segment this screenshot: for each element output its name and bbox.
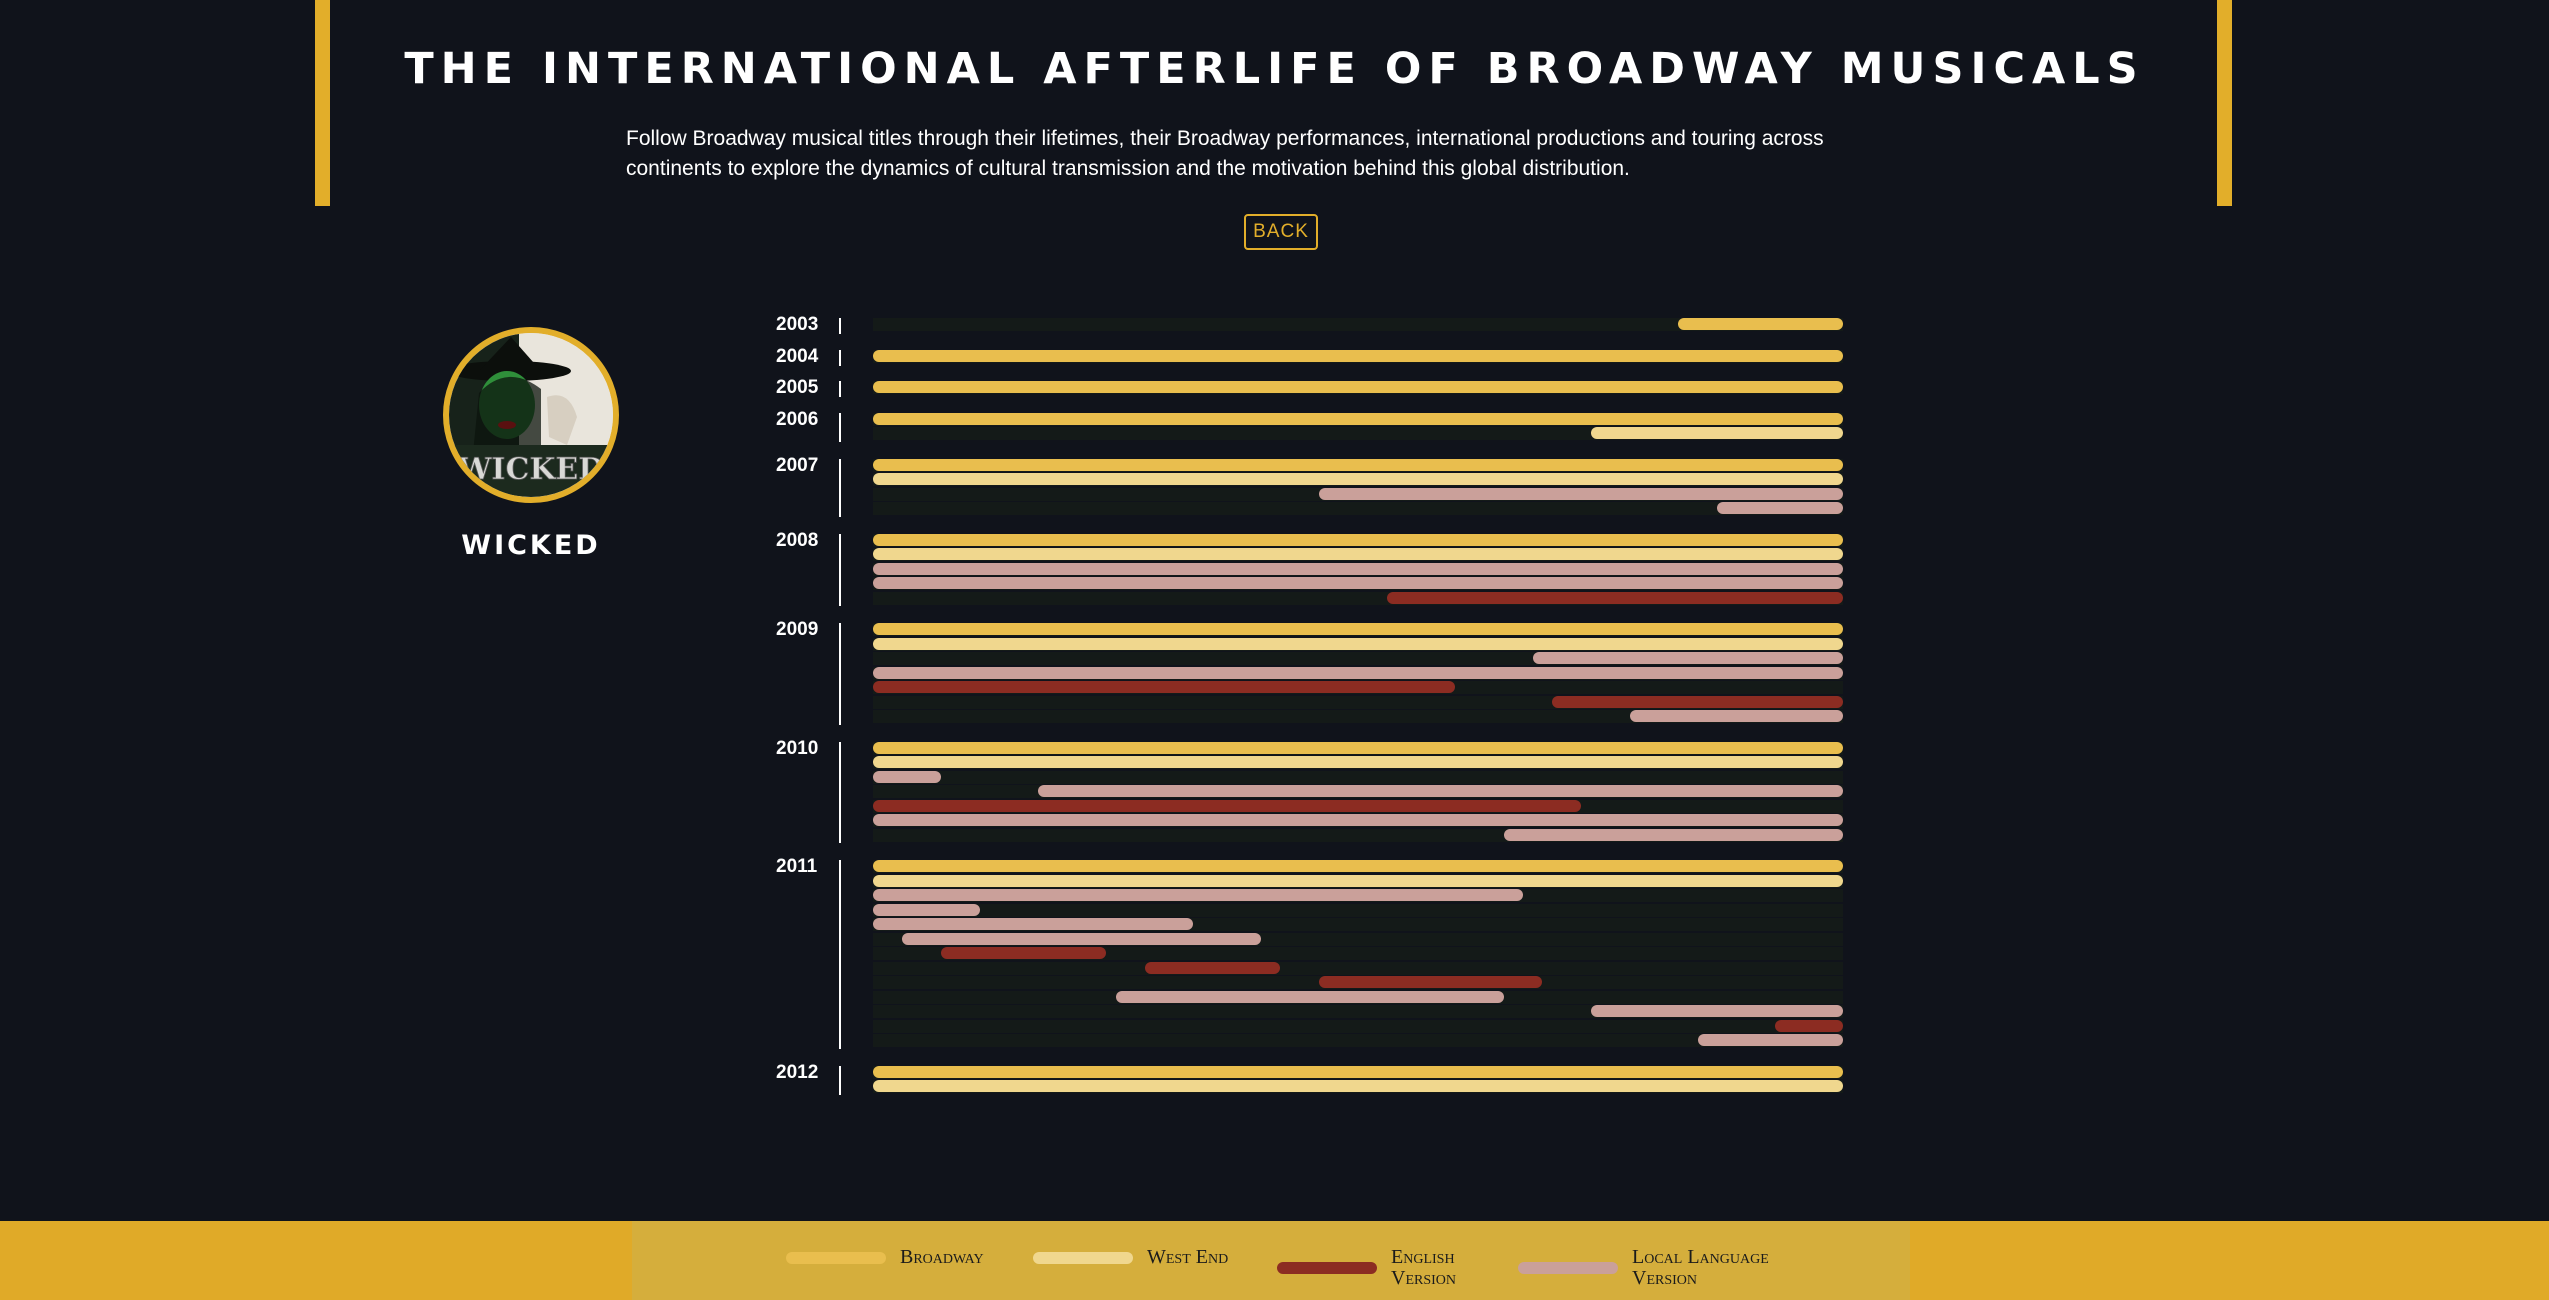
timeline-chart: 2003 2004 2005 2006 2007 2008 2009 2010 2011 2012 (0, 0, 2549, 1300)
production-bar-local[interactable] (873, 577, 1843, 589)
legend-label: Local Language Version (1632, 1246, 1769, 1289)
production-bar-local[interactable] (1319, 487, 1843, 500)
legend-item-english: English Version (1277, 1247, 1456, 1289)
production-bar-local[interactable] (1590, 1005, 1843, 1017)
year-label: 2003 (776, 314, 819, 335)
legend-label: West End (1147, 1246, 1229, 1268)
year-axis-line (839, 741, 841, 843)
year-label: 2011 (776, 856, 818, 877)
production-bar-local[interactable] (1697, 1034, 1843, 1046)
production-bar-west-end[interactable] (873, 874, 1843, 887)
year-axis-line (839, 381, 841, 397)
production-bar-english[interactable] (1319, 976, 1543, 988)
timeline-track (873, 1019, 1843, 1033)
legend-item-broadway: Broadway (786, 1247, 984, 1268)
production-bar-broadway[interactable] (873, 412, 1843, 425)
production-bar-broadway[interactable] (873, 623, 1843, 635)
year-axis-line (839, 860, 841, 1049)
production-bar-local[interactable] (873, 889, 1523, 901)
year-axis-line (839, 623, 841, 725)
production-bar-broadway[interactable] (1678, 318, 1843, 330)
year-axis-line (839, 318, 841, 334)
legend-item-local: Local Language Version (1518, 1247, 1769, 1289)
timeline-track (873, 961, 1843, 975)
production-bar-broadway[interactable] (873, 458, 1843, 471)
production-bar-broadway[interactable] (873, 860, 1843, 872)
production-bar-local[interactable] (873, 666, 1843, 679)
production-bar-english[interactable] (1552, 695, 1843, 708)
production-bar-english[interactable] (1387, 591, 1843, 604)
legend-label: Broadway (900, 1246, 984, 1268)
legend-item-west-end: West End (1033, 1247, 1228, 1268)
production-bar-local[interactable] (1037, 785, 1843, 797)
production-bar-local[interactable] (1503, 828, 1843, 841)
production-bar-west-end[interactable] (873, 756, 1843, 768)
production-bar-west-end[interactable] (873, 637, 1843, 650)
production-bar-broadway[interactable] (873, 349, 1843, 362)
year-label: 2006 (776, 408, 819, 430)
year-axis-line (839, 349, 841, 366)
year-label: 2012 (776, 1061, 819, 1083)
production-bar-english[interactable] (1775, 1019, 1843, 1032)
production-bar-local[interactable] (1532, 652, 1843, 664)
production-bar-local[interactable] (1716, 502, 1843, 514)
production-bar-english[interactable] (940, 947, 1106, 959)
production-bar-west-end[interactable] (1590, 427, 1843, 439)
year-axis-line (839, 412, 841, 442)
production-bar-local[interactable] (902, 932, 1261, 945)
production-bar-local[interactable] (1629, 710, 1843, 722)
legend-swatch (786, 1251, 886, 1264)
legend-label: English Version (1391, 1246, 1457, 1289)
production-bar-local[interactable] (873, 918, 1194, 930)
timeline-track (873, 903, 1843, 917)
production-bar-local[interactable] (873, 903, 980, 916)
timeline-track (873, 770, 1843, 784)
production-bar-local[interactable] (1115, 990, 1504, 1003)
legend-swatch (1518, 1262, 1618, 1274)
year-label: 2010 (776, 737, 819, 759)
year-axis-line (839, 533, 841, 606)
production-bar-english[interactable] (873, 681, 1455, 693)
production-bar-english[interactable] (873, 799, 1582, 812)
production-bar-broadway[interactable] (873, 741, 1843, 754)
production-bar-west-end[interactable] (873, 1080, 1843, 1092)
production-bar-west-end[interactable] (873, 473, 1843, 485)
legend-swatch (1033, 1251, 1133, 1264)
production-bar-local[interactable] (873, 562, 1843, 575)
timeline-track (873, 502, 1843, 515)
year-axis-line (839, 1065, 841, 1095)
production-bar-broadway[interactable] (873, 533, 1843, 546)
year-label: 2009 (776, 619, 819, 640)
year-label: 2005 (776, 377, 819, 398)
production-bar-local[interactable] (873, 814, 1843, 826)
production-bar-local[interactable] (873, 770, 941, 783)
production-bar-broadway[interactable] (873, 1065, 1843, 1078)
year-axis-line (839, 458, 841, 517)
production-bar-broadway[interactable] (873, 381, 1843, 393)
production-bar-west-end[interactable] (873, 548, 1843, 560)
year-label: 2004 (776, 345, 819, 367)
legend-swatch (1277, 1262, 1377, 1274)
year-label: 2007 (776, 454, 819, 476)
year-label: 2008 (776, 529, 819, 551)
production-bar-english[interactable] (1144, 961, 1281, 974)
